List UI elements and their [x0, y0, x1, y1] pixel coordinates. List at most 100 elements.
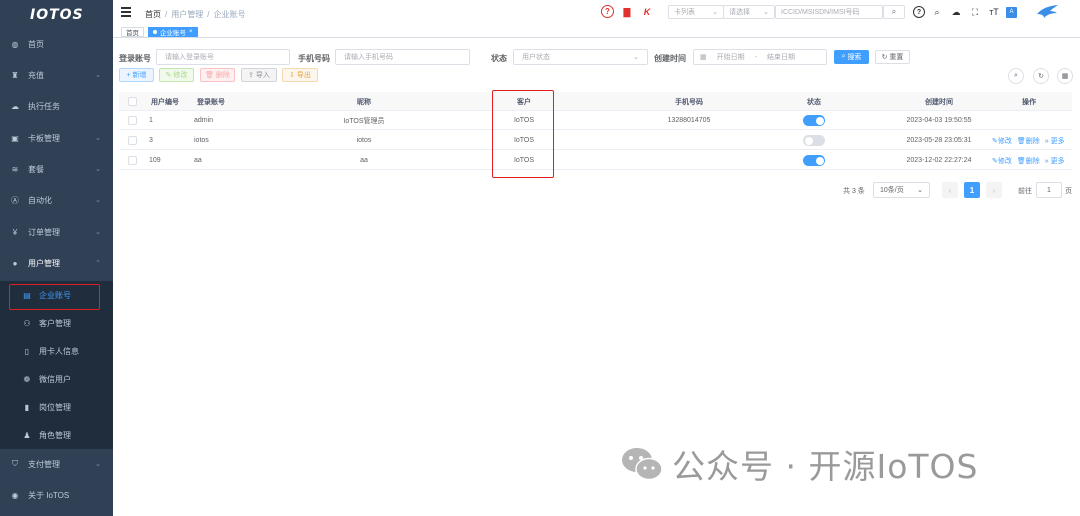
- status-switch[interactable]: [803, 155, 825, 166]
- sidebar-item-1[interactable]: ♜ 充值 ⌄: [0, 61, 113, 89]
- logo[interactable]: IOTOS: [0, 0, 113, 30]
- submenu-item-label: 用卡人信息: [39, 346, 79, 356]
- chevron-icon: ⌄: [95, 166, 101, 173]
- card-type-select[interactable]: 卡列表 ⌄: [668, 5, 724, 19]
- goto-page-input[interactable]: 1: [1036, 182, 1062, 198]
- sidebar-item-label: 执行任务: [28, 101, 60, 111]
- submenu-item-2[interactable]: ▯ 用卡人信息: [0, 337, 113, 365]
- k-logo-icon[interactable]: K: [640, 5, 654, 19]
- automation-icon: Ⓐ: [11, 195, 19, 205]
- sidebar-item-5[interactable]: Ⓐ 自动化 ⌄: [0, 186, 113, 214]
- sidebar-item-0[interactable]: ◍ 首页: [0, 30, 113, 58]
- sidebar-item-7[interactable]: ● 用户管理 ⌃: [0, 249, 113, 277]
- row-delete-link[interactable]: 🗑删除: [1017, 136, 1040, 146]
- delete-button[interactable]: 🗑 删除: [200, 68, 235, 82]
- search-icon[interactable]: ⌕: [930, 5, 944, 19]
- search-button-label: 搜索: [847, 54, 862, 61]
- toggle-search-button[interactable]: ⌕: [1008, 68, 1024, 84]
- row-checkbox[interactable]: [128, 156, 137, 165]
- hamburger-icon[interactable]: [121, 7, 131, 17]
- help-red-icon[interactable]: ?: [601, 5, 614, 18]
- page-size-select[interactable]: 10条/页 ⌄: [873, 182, 930, 198]
- fullscreen-icon[interactable]: ⛶: [968, 5, 982, 19]
- next-page-button[interactable]: ›: [986, 182, 1002, 198]
- edit-button[interactable]: ✎ 修改: [159, 68, 194, 82]
- row-delete-link[interactable]: 🗑删除: [1017, 156, 1040, 166]
- import-button[interactable]: ⇪ 导入: [241, 68, 277, 82]
- sidebar-item-6[interactable]: ¥ 订单管理 ⌄: [0, 218, 113, 246]
- reset-button[interactable]: ↻ 重置: [875, 50, 910, 64]
- refresh-button[interactable]: ↻: [1033, 68, 1049, 84]
- phone-input[interactable]: 请输入手机号码: [335, 49, 470, 65]
- tag-home[interactable]: 首页: [121, 27, 144, 37]
- avatar-bird-icon[interactable]: [1036, 4, 1060, 20]
- card-icon: ▣: [11, 133, 19, 143]
- row-edit-link[interactable]: ✎修改: [992, 136, 1012, 146]
- breadcrumb-item-user-mgmt[interactable]: 用户管理: [171, 10, 203, 19]
- breadcrumb-item-home[interactable]: 首页: [145, 10, 161, 19]
- chevron-icon: ⌄: [95, 72, 101, 79]
- date-range-picker[interactable]: ▦ 开始日期 - 结束日期: [693, 49, 827, 65]
- cell-phone: 13288014705: [667, 117, 711, 124]
- select-all-checkbox[interactable]: [128, 97, 137, 106]
- page-1-button[interactable]: 1: [964, 182, 980, 198]
- language-icon[interactable]: A: [1006, 6, 1017, 18]
- submenu-item-3[interactable]: ❁ 微信用户: [0, 365, 113, 393]
- sidebar-item-label: 首页: [28, 39, 44, 49]
- status-label: 状态: [491, 54, 507, 63]
- org-tree-icon: ⚇: [23, 318, 31, 328]
- login-account-input[interactable]: 请输入登录账号: [156, 49, 290, 65]
- navbar-search-button[interactable]: ⌕: [883, 5, 905, 19]
- cart-icon: ♜: [11, 70, 19, 80]
- shield-icon: ⛉: [12, 459, 18, 468]
- close-icon[interactable]: ×: [189, 29, 193, 35]
- dashboard-icon: ◍: [11, 39, 19, 49]
- sidebar-item-4[interactable]: ≋ 套餐 ⌄: [0, 155, 113, 183]
- user-icon: ●: [12, 258, 18, 268]
- row-edit-link[interactable]: ✎修改: [992, 156, 1012, 166]
- watermark: 公众号 · 开源IoTOS: [620, 440, 978, 488]
- sidebar-item-2[interactable]: ☁ 执行任务: [0, 92, 113, 120]
- wechat-icon: ❁: [23, 374, 31, 384]
- row-more-link[interactable]: » 更多: [1045, 136, 1065, 146]
- reset-button-label: 重置: [889, 54, 904, 61]
- option-select[interactable]: 请选择 ⌄: [723, 5, 775, 19]
- row-more-link[interactable]: » 更多: [1045, 156, 1065, 166]
- pdf-icon[interactable]: ▇: [620, 5, 634, 19]
- login-account-label: 登录账号: [119, 54, 151, 63]
- row-checkbox[interactable]: [128, 116, 137, 125]
- submenu-item-1[interactable]: ⚇ 客户管理: [0, 309, 113, 337]
- cell-login: aa: [194, 157, 202, 164]
- option-value: 请选择: [729, 9, 750, 16]
- created-time-label: 创建时间: [654, 54, 686, 63]
- sidebar-bottom-item-0[interactable]: ⛉ 支付管理 ⌄: [0, 450, 113, 478]
- font-size-icon[interactable]: ᴛT: [987, 5, 1001, 19]
- status-switch[interactable]: [803, 115, 825, 126]
- chevron-left-icon: ‹: [948, 185, 952, 195]
- submenu-item-4[interactable]: ▮ 岗位管理: [0, 393, 113, 421]
- tag-enterprise-account[interactable]: 企业账号 ×: [148, 27, 198, 37]
- columns-button[interactable]: ▦: [1057, 68, 1073, 84]
- submenu-item-5[interactable]: ♟ 角色管理: [0, 421, 113, 449]
- table-row[interactable]: 3 iotos iotos IoTOS 2023-05-28 23:05:31 ✎修改 🗑删…: [119, 131, 1072, 150]
- export-button[interactable]: ⇩ 导出: [282, 68, 318, 82]
- search-icon: ⌕: [891, 7, 897, 16]
- help-icon[interactable]: ?: [913, 6, 925, 18]
- table-row[interactable]: 1 admin IoTOS管理员 IoTOS 13288014705 2023-04-03…: [119, 111, 1072, 130]
- add-button[interactable]: + 新增: [119, 68, 154, 82]
- prev-page-button[interactable]: ‹: [942, 182, 958, 198]
- status-select[interactable]: 用户状态 ⌄: [513, 49, 648, 65]
- phone-icon: ▯: [24, 346, 30, 356]
- post-icon: ▮: [24, 402, 30, 412]
- sidebar-bottom-item-1[interactable]: ◉ 关于 IoTOS: [0, 481, 113, 509]
- row-checkbox[interactable]: [128, 136, 137, 145]
- sidebar-item-3[interactable]: ▣ 卡板管理 ⌄: [0, 124, 113, 152]
- goto-label: 前往: [1018, 188, 1032, 195]
- cloud-download-icon[interactable]: ☁: [949, 5, 963, 19]
- iccid-search-input[interactable]: ICCID/MSISDN/IMSI号码: [775, 5, 883, 19]
- chevron-icon: ⌃: [95, 260, 101, 267]
- search-button[interactable]: ⌕ 搜索: [834, 50, 869, 64]
- cell-user-id: 1: [149, 117, 153, 124]
- table-row[interactable]: 109 aa aa IoTOS 2023-12-02 22:27:24 ✎修改 🗑删除» 更…: [119, 151, 1072, 170]
- status-switch[interactable]: [803, 135, 825, 146]
